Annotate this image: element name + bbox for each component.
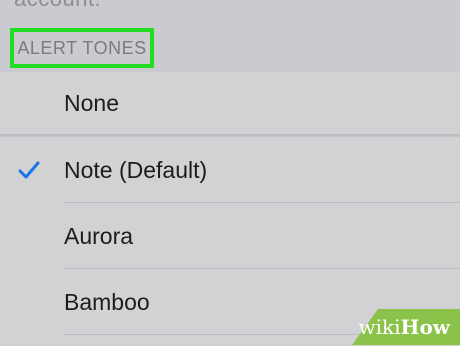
checkmark-icon <box>18 161 40 179</box>
tone-label: Bamboo <box>64 288 150 315</box>
tone-row-none[interactable]: None <box>0 72 460 134</box>
wikihow-wiki: wiki <box>358 315 401 339</box>
none-group: None <box>0 72 460 136</box>
tone-label: None <box>64 89 119 116</box>
tone-row-aurora[interactable]: Aurora <box>0 203 460 269</box>
section-title: ALERT TONES <box>17 37 147 58</box>
section-header-alert-tones: ALERT TONES <box>10 28 154 68</box>
tone-label: Note (Default) <box>64 156 208 183</box>
wikihow-logo: wikiHow <box>359 315 450 339</box>
top-background: account. ALERT TONES <box>0 0 460 72</box>
tone-label: Aurora <box>64 222 134 249</box>
cut-off-text: account. <box>14 0 101 12</box>
wikihow-how: How <box>400 315 450 339</box>
tone-row-note[interactable]: Note (Default) <box>0 137 460 203</box>
